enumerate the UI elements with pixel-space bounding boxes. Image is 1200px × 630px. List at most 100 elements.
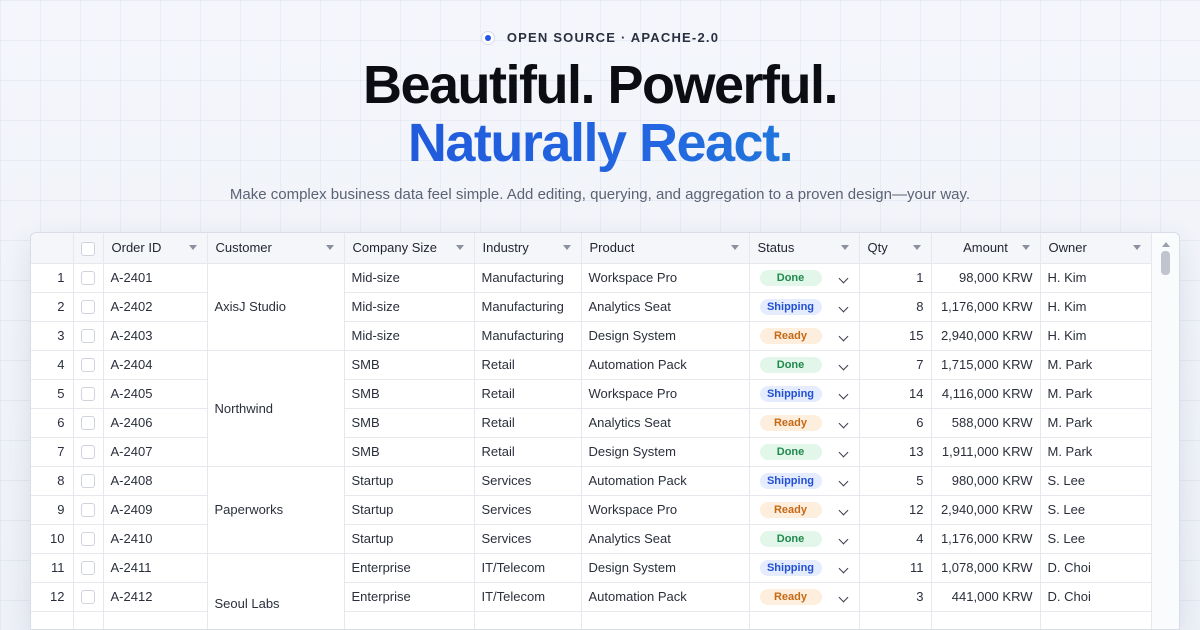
chevron-down-icon[interactable] <box>838 563 848 573</box>
table-row[interactable]: 10 A-2410 Startup Services Analytics Seat Don… <box>31 524 1152 554</box>
row-select[interactable] <box>73 263 104 293</box>
cell-product[interactable]: Design System <box>581 553 750 583</box>
chevron-down-icon[interactable] <box>838 447 848 457</box>
table-row[interactable]: 4 A-2404 Northwind SMB Retail Automation Pack… <box>31 350 1152 467</box>
cell-company-size[interactable]: SMB <box>344 379 475 409</box>
header-customer[interactable]: Customer <box>207 233 345 264</box>
cell-status[interactable]: Ready <box>749 495 860 525</box>
header-order-id[interactable]: Order ID <box>103 233 208 264</box>
row-select[interactable] <box>73 524 104 554</box>
cell-order-id[interactable]: A-2409 <box>103 495 208 525</box>
chevron-down-icon[interactable] <box>838 389 848 399</box>
cell-owner[interactable]: S. Lee <box>1040 495 1152 525</box>
checkbox-icon[interactable] <box>81 532 95 547</box>
cell-amount[interactable]: 1,176,000 KRW <box>931 292 1041 322</box>
cell-order-id[interactable]: A-2404 <box>103 350 208 380</box>
cell-company-size[interactable]: SMB <box>344 408 475 438</box>
cell-company-size[interactable]: Startup <box>344 524 475 554</box>
row-select[interactable] <box>73 582 104 612</box>
cell-order-id[interactable]: A-2405 <box>103 379 208 409</box>
table-row[interactable]: 12 A-2412 Enterprise IT/Telecom Automation P… <box>31 582 1152 612</box>
cell-amount[interactable]: 2,940,000 KRW <box>931 495 1041 525</box>
chevron-down-icon[interactable] <box>838 505 848 515</box>
cell-company-size[interactable]: Enterprise <box>344 582 475 612</box>
row-select[interactable] <box>73 292 104 322</box>
cell-order-id[interactable]: A-2408 <box>103 466 208 496</box>
cell-qty[interactable]: 1 <box>859 263 932 293</box>
cell-industry[interactable]: Services <box>474 495 582 525</box>
cell-order-id[interactable]: A-2410 <box>103 524 208 554</box>
cell-industry[interactable]: Retail <box>474 437 582 467</box>
checkbox-icon[interactable] <box>81 329 95 344</box>
sort-caret-icon[interactable] <box>455 245 464 250</box>
cell-qty[interactable]: 6 <box>859 408 932 438</box>
cell-product[interactable]: Design System <box>581 437 750 467</box>
cell-company-size[interactable]: Mid-size <box>344 292 475 322</box>
cell-amount[interactable]: 980,000 KRW <box>931 466 1041 496</box>
cell-industry[interactable]: Services <box>474 466 582 496</box>
checkbox-icon[interactable] <box>81 416 95 431</box>
cell-order-id[interactable]: A-2402 <box>103 292 208 322</box>
vertical-scrollbar[interactable] <box>1151 233 1179 629</box>
cell-product[interactable]: Workspace Pro <box>581 263 750 293</box>
checkbox-icon[interactable] <box>81 271 95 286</box>
sort-caret-icon[interactable] <box>1021 245 1030 250</box>
row-select[interactable] <box>73 379 104 409</box>
cell-company-size[interactable]: SMB <box>344 350 475 380</box>
chevron-down-icon[interactable] <box>838 273 848 283</box>
header-owner[interactable]: Owner <box>1040 233 1152 264</box>
cell-amount[interactable]: 441,000 KRW <box>931 582 1041 612</box>
cell-status[interactable]: Ready <box>749 321 860 351</box>
cell-owner[interactable]: M. Park <box>1040 408 1152 438</box>
cell-order-id[interactable]: A-2401 <box>103 263 208 293</box>
table-row[interactable]: 9 A-2409 Startup Services Workspace Pro Ready… <box>31 495 1152 525</box>
checkbox-icon[interactable] <box>81 561 95 576</box>
table-row[interactable]: 8 A-2408 Paperworks Startup Services Automati… <box>31 466 1152 554</box>
cell-order-id[interactable]: A-2412 <box>103 582 208 612</box>
cell-amount[interactable]: 1,176,000 KRW <box>931 524 1041 554</box>
checkbox-icon[interactable] <box>81 590 95 605</box>
cell-owner[interactable]: H. Kim <box>1040 263 1152 293</box>
cell-industry[interactable]: Retail <box>474 350 582 380</box>
cell-owner[interactable]: H. Kim <box>1040 321 1152 351</box>
header-status[interactable]: Status <box>749 233 860 264</box>
cell-product[interactable]: Analytics Seat <box>581 292 750 322</box>
cell-owner[interactable]: D. Choi <box>1040 582 1152 612</box>
cell-product[interactable]: Automation Pack <box>581 582 750 612</box>
cell-owner[interactable]: M. Park <box>1040 350 1152 380</box>
cell-industry[interactable]: Retail <box>474 379 582 409</box>
cell-status[interactable]: Shipping <box>749 553 860 583</box>
cell-status[interactable]: Ready <box>749 582 860 612</box>
cell-industry[interactable]: IT/Telecom <box>474 582 582 612</box>
sort-caret-icon[interactable] <box>325 245 334 250</box>
table-row[interactable]: 11 A-2411 Seoul Labs Enterprise IT/Telecom De… <box>31 553 1152 611</box>
cell-amount[interactable]: 4,116,000 KRW <box>931 379 1041 409</box>
cell-product[interactable]: Workspace Pro <box>581 495 750 525</box>
cell-status[interactable]: Ready <box>749 408 860 438</box>
row-select[interactable] <box>73 408 104 438</box>
chevron-down-icon[interactable] <box>838 592 848 602</box>
chevron-down-icon[interactable] <box>838 534 848 544</box>
cell-product[interactable]: Analytics Seat <box>581 524 750 554</box>
cell-customer[interactable]: AxisJ Studio <box>207 263 345 351</box>
sort-caret-icon[interactable] <box>730 245 739 250</box>
cell-owner[interactable]: S. Lee <box>1040 524 1152 554</box>
cell-order-id[interactable]: A-2406 <box>103 408 208 438</box>
cell-amount[interactable]: 2,940,000 KRW <box>931 321 1041 351</box>
cell-qty[interactable]: 15 <box>859 321 932 351</box>
sort-caret-icon[interactable] <box>912 245 921 250</box>
checkbox-icon[interactable] <box>81 387 95 402</box>
header-select-all[interactable] <box>73 233 104 264</box>
cell-qty[interactable]: 7 <box>859 350 932 380</box>
row-select[interactable] <box>73 437 104 467</box>
cell-product[interactable]: Automation Pack <box>581 466 750 496</box>
cell-industry[interactable]: Services <box>474 524 582 554</box>
chevron-down-icon[interactable] <box>838 331 848 341</box>
cell-industry[interactable]: Manufacturing <box>474 263 582 293</box>
cell-product[interactable]: Workspace Pro <box>581 379 750 409</box>
cell-status[interactable]: Shipping <box>749 466 860 496</box>
cell-status[interactable]: Done <box>749 263 860 293</box>
table-row[interactable]: 2 A-2402 Mid-size Manufacturing Analytics Se… <box>31 292 1152 322</box>
cell-owner[interactable]: M. Park <box>1040 437 1152 467</box>
chevron-down-icon[interactable] <box>838 302 848 312</box>
